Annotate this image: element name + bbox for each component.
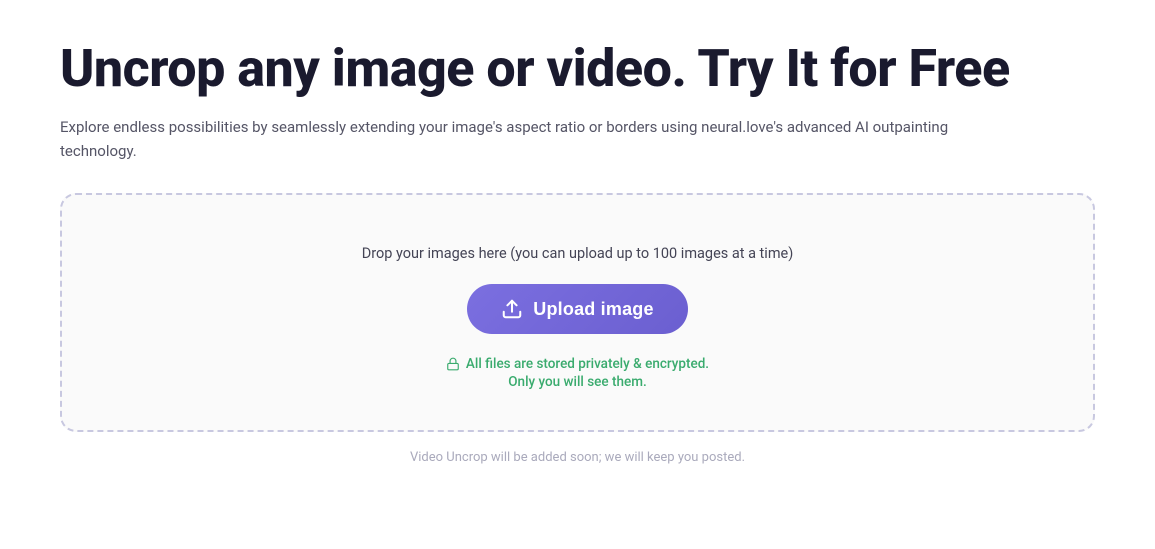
footer-note: Video Uncrop will be added soon; we will… [60,450,1095,465]
upload-dropzone[interactable]: Drop your images here (you can upload up… [60,193,1095,432]
lock-icon [446,357,460,371]
page-container: Uncrop any image or video. Try It for Fr… [60,40,1095,465]
privacy-note: All files are stored privately & encrypt… [446,356,709,390]
upload-button-label: Upload image [533,299,653,320]
privacy-text-1: All files are stored privately & encrypt… [466,356,709,372]
page-title: Uncrop any image or video. Try It for Fr… [60,40,1095,97]
upload-icon [501,298,523,320]
upload-image-button[interactable]: Upload image [467,284,687,334]
page-description: Explore endless possibilities by seamles… [60,115,960,163]
drop-hint-text: Drop your images here (you can upload up… [362,245,794,262]
privacy-line-1: All files are stored privately & encrypt… [446,356,709,372]
privacy-line-2: Only you will see them. [508,374,646,390]
